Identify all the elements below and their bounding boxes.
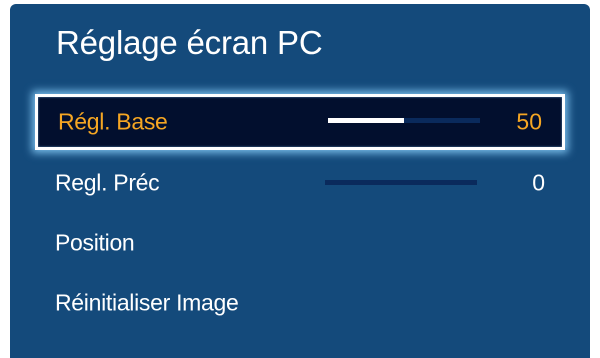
menu-item-reset-image-label: Réinitialiser Image (55, 289, 239, 316)
menu-item-coarse-label: Régl. Base (58, 108, 168, 135)
menu-item-position[interactable]: Position (35, 215, 565, 271)
menu-title: Réglage écran PC (56, 24, 323, 61)
menu-item-fine[interactable]: Regl. Préc 0 (35, 155, 565, 211)
menu-item-coarse-value: 50 (516, 108, 542, 135)
fine-slider[interactable] (325, 180, 477, 185)
menu-item-fine-value: 0 (532, 169, 545, 196)
coarse-slider[interactable] (328, 118, 480, 123)
menu-item-fine-label: Regl. Préc (55, 169, 160, 196)
menu-item-coarse[interactable]: Régl. Base 50 (35, 94, 565, 150)
coarse-slider-fill (328, 118, 404, 123)
osd-menu-panel: Réglage écran PC Régl. Base 50 Regl. Pré… (10, 4, 590, 358)
menu-item-reset-image[interactable]: Réinitialiser Image (35, 275, 565, 331)
menu-item-position-label: Position (55, 229, 135, 256)
